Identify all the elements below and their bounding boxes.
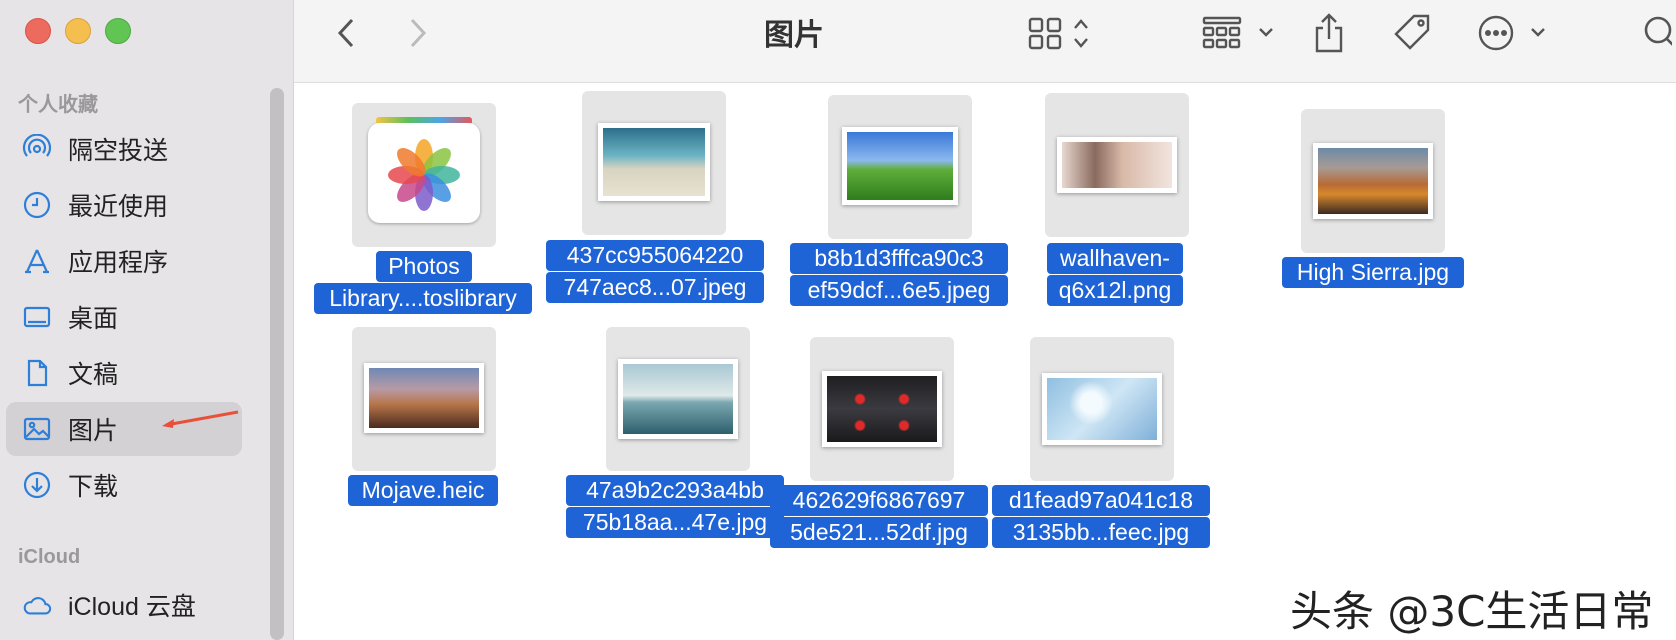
file-name-line1: b8b1d3fffca90c3 bbox=[790, 243, 1008, 274]
tag-button[interactable] bbox=[1392, 14, 1432, 56]
pictures-icon bbox=[22, 414, 52, 444]
file-thumbnail bbox=[1045, 93, 1189, 237]
more-actions-button[interactable] bbox=[1476, 14, 1552, 56]
back-icon bbox=[334, 16, 358, 55]
sidebar-item-label: 隔空投送 bbox=[68, 137, 169, 165]
cloud-icon bbox=[22, 590, 52, 620]
sidebar-item-label: 应用程序 bbox=[68, 249, 169, 277]
file-thumbnail bbox=[810, 337, 954, 481]
file-grid: Photos Library....toslibrary 437cc955064… bbox=[294, 83, 1676, 640]
close-window-button[interactable] bbox=[25, 18, 51, 44]
airdrop-icon bbox=[22, 134, 52, 164]
minimize-window-button[interactable] bbox=[65, 18, 91, 44]
sidebar-item-documents[interactable]: 文稿 bbox=[6, 346, 242, 400]
sidebar-item-downloads[interactable]: 下载 bbox=[6, 458, 242, 512]
group-icon bbox=[1202, 13, 1278, 58]
file-name-line1: 47a9b2c293a4bb bbox=[566, 475, 784, 506]
forward-button[interactable] bbox=[406, 14, 430, 56]
file-thumbnail bbox=[352, 103, 496, 247]
file-thumbnail bbox=[828, 95, 972, 239]
desktop-icon bbox=[22, 302, 52, 332]
file-thumbnail bbox=[1030, 337, 1174, 481]
file-name-line2: 747aec8...07.jpeg bbox=[546, 272, 764, 303]
file-name-line2: 3135bb...feec.jpg bbox=[992, 517, 1210, 548]
sidebar-item-label: 图片 bbox=[68, 417, 119, 445]
tag-icon bbox=[1392, 13, 1432, 58]
file-name-line1: Mojave.heic bbox=[348, 475, 498, 506]
share-button[interactable] bbox=[1312, 12, 1346, 59]
search-icon bbox=[1642, 13, 1674, 58]
file-name-line1: wallhaven- bbox=[1047, 243, 1183, 274]
sidebar: 个人收藏 隔空投送 最近使用 应用程序 桌面 文稿 图片 下载 iCloud i… bbox=[0, 0, 294, 640]
sidebar-item-recents[interactable]: 最近使用 bbox=[6, 178, 242, 232]
sidebar-item-airdrop[interactable]: 隔空投送 bbox=[6, 122, 242, 176]
sidebar-item-label: 最近使用 bbox=[68, 193, 169, 221]
file-thumbnail bbox=[582, 91, 726, 235]
file-name-line2: q6x12l.png bbox=[1047, 275, 1183, 306]
file-name-line1: Photos bbox=[376, 251, 472, 282]
applications-icon bbox=[22, 246, 52, 276]
sidebar-item-label: 文稿 bbox=[68, 361, 119, 389]
file-thumbnail bbox=[606, 327, 750, 471]
search-button[interactable] bbox=[1642, 13, 1674, 58]
forward-icon bbox=[406, 16, 430, 55]
view-grid-icon bbox=[1028, 13, 1100, 58]
download-icon bbox=[22, 470, 52, 500]
file-thumbnail bbox=[1301, 109, 1445, 253]
file-name-line1: 437cc955064220 bbox=[546, 240, 764, 271]
file-name-line2: 75b18aa...47e.jpg bbox=[566, 507, 784, 538]
file-name-line1: 462629f6867697 bbox=[770, 485, 988, 516]
document-icon bbox=[22, 358, 52, 388]
favorites-section-label: 个人收藏 bbox=[18, 94, 98, 116]
sidebar-item-icloud-drive[interactable]: iCloud 云盘 bbox=[6, 578, 242, 632]
back-button[interactable] bbox=[334, 14, 358, 56]
zoom-window-button[interactable] bbox=[105, 18, 131, 44]
share-icon bbox=[1312, 12, 1346, 59]
view-mode-button[interactable] bbox=[1028, 14, 1100, 56]
file-thumbnail bbox=[352, 327, 496, 471]
file-name-line1: d1fead97a041c18 bbox=[992, 485, 1210, 516]
clock-icon bbox=[22, 190, 52, 220]
window-title: 图片 bbox=[764, 19, 824, 52]
icloud-section-label: iCloud bbox=[18, 546, 81, 568]
watermark-text: 头条 @3C生活日常 bbox=[1290, 587, 1654, 636]
sidebar-item-label: 桌面 bbox=[68, 305, 119, 333]
photos-app-icon bbox=[368, 117, 480, 223]
sidebar-item-label: 下载 bbox=[68, 473, 119, 501]
file-name-line1: High Sierra.jpg bbox=[1282, 257, 1464, 288]
sidebar-item-desktop[interactable]: 桌面 bbox=[6, 290, 242, 344]
file-name-line2: ef59dcf...6e5.jpeg bbox=[790, 275, 1008, 306]
file-name-line2: 5de521...52df.jpg bbox=[770, 517, 988, 548]
annotation-arrow bbox=[162, 410, 239, 428]
group-button[interactable] bbox=[1202, 14, 1278, 56]
toolbar: 图片 bbox=[294, 0, 1676, 83]
sidebar-item-applications[interactable]: 应用程序 bbox=[6, 234, 242, 288]
sidebar-item-label: iCloud 云盘 bbox=[68, 593, 196, 621]
sidebar-scrollbar[interactable] bbox=[270, 88, 284, 640]
more-icon bbox=[1476, 13, 1552, 58]
file-name-line2: Library....toslibrary bbox=[314, 283, 532, 314]
